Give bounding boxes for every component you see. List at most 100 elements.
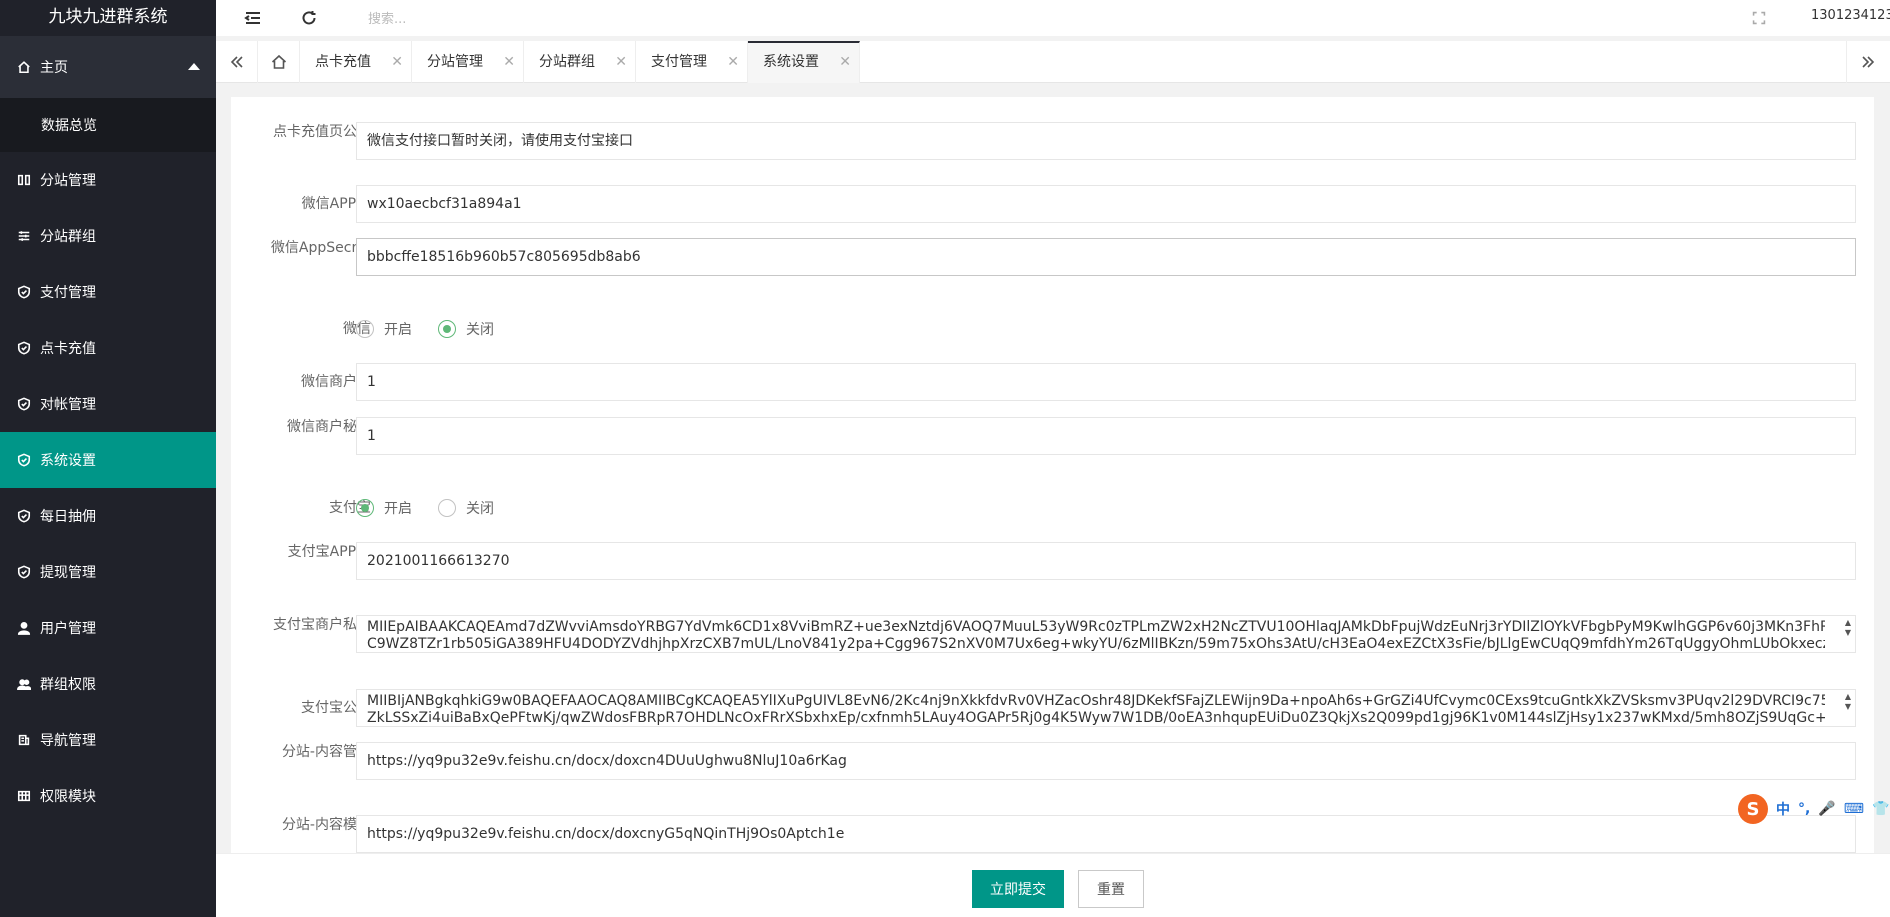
sidebar-item-5[interactable]: 系统设置 — [0, 432, 216, 488]
close-icon[interactable]: ✕ — [727, 41, 739, 83]
wx-secret-label: 微信AppSecret — [270, 240, 371, 256]
ime-punct-icon[interactable]: °, — [1798, 801, 1810, 817]
sidebar-item-2[interactable]: 支付管理 — [0, 264, 216, 320]
reset-button[interactable]: 重置 — [1078, 870, 1144, 908]
sidebar-item-4[interactable]: 对帐管理 — [0, 376, 216, 432]
sub-content-mgmt-input[interactable]: https://yq9pu32e9v.feishu.cn/docx/doxcn4… — [356, 742, 1856, 780]
sidebar-item-label: 用户管理 — [40, 621, 96, 637]
alipay-public-key-textarea[interactable]: MIIBIjANBgkqhkiG9w0BAQEFAAOCAQ8AMIIBCgKC… — [356, 689, 1856, 727]
wx-appid-input[interactable]: wx10aecbcf31a894a1 — [356, 185, 1856, 223]
sidebar-item-home[interactable]: 主页 — [0, 36, 216, 98]
sidebar-item-11[interactable]: 权限模块 — [0, 768, 216, 824]
sidebar-item-label: 点卡充值 — [40, 341, 96, 357]
wx-radio-on[interactable]: 开启 — [356, 319, 412, 339]
ime-keyboard-icon[interactable]: ⌨ — [1844, 801, 1864, 817]
submit-button[interactable]: 立即提交 — [972, 870, 1064, 908]
wx-mch-id-input[interactable]: 1 — [356, 363, 1856, 401]
home-tab-icon[interactable] — [258, 41, 300, 83]
close-icon[interactable]: ✕ — [615, 41, 627, 83]
grid-icon — [16, 788, 32, 804]
wx-mch-key-input[interactable]: 1 — [356, 417, 1856, 455]
sidebar-item-label: 群组权限 — [40, 677, 96, 693]
sidebar-subitem-dashboard[interactable]: 数据总览 — [0, 98, 216, 152]
close-icon[interactable]: ✕ — [839, 43, 851, 81]
ime-toolbar: S 中 °, 🎤 ⌨ 👕 — [1738, 794, 1889, 824]
ime-lang-toggle[interactable]: 中 — [1776, 799, 1790, 819]
refresh-icon[interactable] — [300, 9, 318, 27]
nav-icon — [16, 732, 32, 748]
wx-mch-id-label: 微信商户号 — [301, 374, 371, 390]
tab-label: 点卡充值 — [315, 54, 371, 70]
sidebar-item-3[interactable]: 点卡充值 — [0, 320, 216, 376]
shield-icon — [16, 284, 32, 300]
shield-icon — [16, 396, 32, 412]
wx-radio-off[interactable]: 关闭 — [438, 319, 494, 339]
textarea-scroll-icon[interactable]: ▲ ▼ — [1843, 618, 1853, 650]
form-footer: 立即提交 重置 — [216, 853, 1890, 917]
alipay-switch-label: 支付宝 — [329, 500, 371, 516]
sidebar-item-1[interactable]: 分站群组 — [0, 208, 216, 264]
fullscreen-icon[interactable] — [1752, 11, 1766, 25]
sidebar-item-label: 系统设置 — [40, 453, 96, 469]
sub-content-tpl-label: 分站-内容模板 — [281, 817, 371, 833]
sidebar-item-label: 权限模块 — [40, 789, 96, 805]
alipay-radio-on[interactable]: 开启 — [356, 498, 412, 518]
users-icon — [16, 676, 32, 692]
settings-form: 点卡充值页公告 微信支付接口暂时关闭，请使用支付宝接口 微信APPID wx10… — [231, 97, 1874, 853]
sidebar-item-label: 提现管理 — [40, 565, 96, 581]
sidebar-item-label: 分站管理 — [40, 173, 96, 189]
tab-label: 分站群组 — [539, 54, 595, 70]
tab-label: 系统设置 — [763, 54, 819, 70]
top-header: 搜索... 13012341234 — [216, 0, 1890, 36]
sidebar-item-label: 每日抽佣 — [40, 509, 96, 525]
sidebar-item-label: 主页 — [40, 60, 68, 76]
columns-icon — [16, 172, 32, 188]
home-icon — [16, 59, 32, 75]
alipay-appid-input[interactable]: 2021001166613270 — [356, 542, 1856, 580]
tab-label: 分站管理 — [427, 54, 483, 70]
notice-input[interactable]: 微信支付接口暂时关闭，请使用支付宝接口 — [356, 122, 1856, 160]
tab-label: 支付管理 — [651, 54, 707, 70]
sidebar-item-6[interactable]: 每日抽佣 — [0, 488, 216, 544]
menu-collapse-icon[interactable] — [244, 9, 262, 27]
tab-bar: 点卡充值 ✕ 分站管理 ✕ 分站群组 ✕ 支付管理 ✕ 系统设置 ✕ — [216, 41, 1890, 83]
shield-icon — [16, 564, 32, 580]
alipay-private-key-label: 支付宝商户私钥 — [273, 617, 371, 633]
alipay-radio-off[interactable]: 关闭 — [438, 498, 494, 518]
tab-0[interactable]: 点卡充值 ✕ — [300, 41, 412, 83]
ime-skin-icon[interactable]: 👕 — [1872, 801, 1889, 817]
sidebar-item-0[interactable]: 分站管理 — [0, 152, 216, 208]
tab-2[interactable]: 分站群组 ✕ — [524, 41, 636, 83]
sidebar-item-label: 对帐管理 — [40, 397, 96, 413]
notice-label: 点卡充值页公告 — [273, 124, 371, 140]
ime-mic-icon[interactable]: 🎤 — [1818, 801, 1835, 817]
search-input[interactable]: 搜索... — [368, 8, 406, 27]
tabs-scroll-left-icon[interactable] — [216, 41, 258, 83]
wx-switch-label: 微信 — [343, 321, 371, 337]
tab-3[interactable]: 支付管理 ✕ — [636, 41, 748, 83]
sidebar-item-7[interactable]: 提现管理 — [0, 544, 216, 600]
tabs-scroll-right-icon[interactable] — [1846, 41, 1888, 83]
wx-secret-input[interactable]: bbbcffe18516b960b57c805695db8ab6 — [356, 238, 1856, 276]
sidebar-item-label: 分站群组 — [40, 229, 96, 245]
textarea-scroll-icon[interactable]: ▲ ▼ — [1843, 692, 1853, 724]
ime-logo-icon[interactable]: S — [1738, 794, 1768, 824]
user-account[interactable]: 13012341234 — [1811, 8, 1890, 23]
sidebar-item-8[interactable]: 用户管理 — [0, 600, 216, 656]
tab-1[interactable]: 分站管理 ✕ — [412, 41, 524, 83]
close-icon[interactable]: ✕ — [503, 41, 515, 83]
alipay-appid-label: 支付宝APPID — [287, 544, 371, 560]
shield-icon — [16, 452, 32, 468]
caret-up-icon — [188, 63, 200, 70]
sidebar-item-9[interactable]: 群组权限 — [0, 656, 216, 712]
close-icon[interactable]: ✕ — [391, 41, 403, 83]
sidebar-item-label: 支付管理 — [40, 285, 96, 301]
alipay-private-key-textarea[interactable]: MIIEpAIBAAKCAQEAmd7dZWvviAmsdoYRBG7YdVmk… — [356, 615, 1856, 653]
page-scroll-edge — [1874, 83, 1890, 853]
sidebar-item-10[interactable]: 导航管理 — [0, 712, 216, 768]
shield-icon — [16, 508, 32, 524]
sliders-icon — [16, 228, 32, 244]
tab-4[interactable]: 系统设置 ✕ — [748, 41, 860, 83]
user-icon — [16, 620, 32, 636]
sub-content-tpl-input[interactable]: https://yq9pu32e9v.feishu.cn/docx/doxcny… — [356, 815, 1856, 853]
